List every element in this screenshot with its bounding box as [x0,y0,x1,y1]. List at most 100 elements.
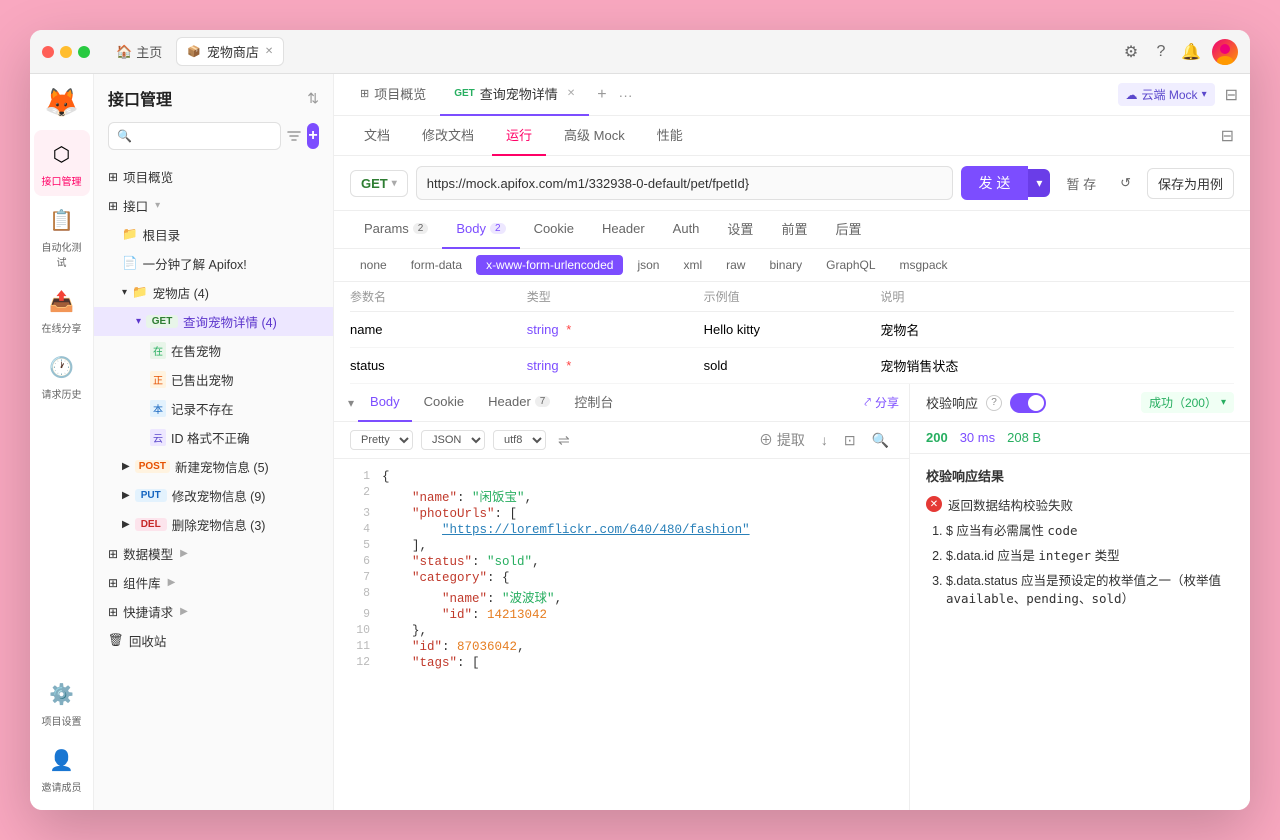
body-type-msgpack[interactable]: msgpack [890,255,958,275]
body-type-binary[interactable]: binary [759,255,812,275]
nav-tab-right: ☁ 云端 Mock ▾ ⊟ [1118,83,1238,106]
tree-item-data-model[interactable]: ⊞ 数据模型 ▶ [94,539,333,568]
tree-item-del[interactable]: ▶ DEL 删除宠物信息 (3) [94,510,333,539]
sidebar-item-proj-settings[interactable]: ⚙️ 项目设置 [34,670,90,736]
tab-pet-shop[interactable]: 📦 宠物商店 ✕ [176,37,284,66]
bell-icon[interactable]: 🔔 [1182,43,1200,61]
tree-item-api[interactable]: ⊞ 接口 ▾ [94,191,333,220]
share-button[interactable]: ⤤ 分享 [864,394,899,411]
body-type-graphql[interactable]: GraphQL [816,255,885,275]
tree-item-recycle[interactable]: 🗑 回收站 [94,626,333,655]
minimize-button[interactable] [60,46,72,58]
sidebar-item-invite[interactable]: 👤 邀请成员 [34,736,90,802]
list-item: 9 "id": 14213042 [334,607,909,623]
body-type-form-data[interactable]: form-data [401,255,472,275]
tree-item-get-pet-detail[interactable]: ▾ GET 查询宠物详情 (4) [94,307,333,336]
temp-save-label: 暂 存 [1066,177,1096,192]
split-view-button[interactable]: ⊟ [1221,126,1234,146]
validate-help-icon[interactable]: ? [986,395,1002,411]
sort-icon[interactable]: ⇅ [307,90,319,107]
tree-item-pet-shop[interactable]: ▾ 📁 宠物店 (4) [94,278,333,307]
search-input[interactable] [108,122,281,150]
response-tab-header[interactable]: Header 7 [476,384,562,422]
param-tab-params[interactable]: Params 2 [350,211,442,249]
tree-item-apifox-intro[interactable]: 📄 一分钟了解 Apifox! [94,249,333,278]
cloud-mock-button[interactable]: ☁ 云端 Mock ▾ [1118,83,1215,106]
tab-home[interactable]: 🏠 主页 [106,38,172,65]
list-item: 10 }, [334,623,909,639]
filter-button[interactable] [287,123,301,149]
req-tab-edit-doc[interactable]: 修改文档 [408,116,488,156]
req-tab-perf[interactable]: 性能 [643,116,697,156]
collapse-icon[interactable]: ▾ [344,396,358,410]
tree-item-root-dir[interactable]: 📁 根目录 [94,220,333,249]
copy-button[interactable]: ⊡ [840,428,860,452]
method-select[interactable]: GET ▾ [350,170,408,197]
add-button[interactable]: + [307,123,319,149]
tree-item-post-new[interactable]: ▶ POST 新建宠物信息 (5) [94,452,333,481]
refresh-button[interactable]: ↺ [1112,171,1139,195]
tab-project-overview[interactable]: ⊞ 项目概览 [346,74,440,116]
help-icon[interactable]: ? [1152,43,1170,61]
body-type-xml[interactable]: xml [673,255,712,275]
type-select[interactable]: JSON [421,430,485,450]
search-button[interactable]: 🔍 [868,428,893,452]
extract-button[interactable]: ⊕ 提取 [755,428,809,452]
tree-item-not-found[interactable]: 本 记录不存在 [94,394,333,423]
send-dropdown-button[interactable]: ▾ [1028,169,1050,197]
sidebar-item-api-mgmt[interactable]: ⬡ 接口管理 [34,130,90,196]
tree-item-overview[interactable]: ⊞ 项目概览 [94,162,333,191]
overview-icon: ⊞ [108,170,118,184]
param-tab-pre[interactable]: 前置 [767,211,821,249]
response-tab-body[interactable]: Body [358,384,412,422]
close-button[interactable] [42,46,54,58]
tab-close-icon[interactable]: ✕ [265,46,273,57]
tab-get-detail[interactable]: GET 查询宠物详情 ✕ [440,74,589,116]
download-button[interactable]: ↓ [817,428,832,452]
tree-item-sold[interactable]: 正 已售出宠物 [94,365,333,394]
body-type-none[interactable]: none [350,255,397,275]
tree-item-components[interactable]: ⊞ 组件库 ▶ [94,568,333,597]
header-count-badge: 7 [535,396,551,407]
temp-save-button[interactable]: 暂 存 [1058,170,1104,197]
param-type-1: string * [527,322,704,337]
response-tab-console[interactable]: 控制台 [562,384,625,422]
expand-panel-button[interactable]: ⊟ [1225,85,1238,105]
body-tab-label: Body [456,221,486,236]
tree-item-quick-req[interactable]: ⊞ 快捷请求 ▶ [94,597,333,626]
validate-toggle[interactable] [1010,393,1046,413]
req-tab-run[interactable]: 运行 [492,116,546,156]
url-input[interactable] [416,166,953,200]
param-tab-body[interactable]: Body 2 [442,211,519,249]
format-select[interactable]: Pretty Raw [350,430,413,450]
tree-item-bad-id[interactable]: 云 ID 格式不正确 [94,423,333,452]
settings-icon[interactable]: ⚙ [1122,43,1140,61]
body-type-urlencoded[interactable]: x-www-form-urlencoded [476,255,623,275]
param-tab-cookie[interactable]: Cookie [520,211,588,249]
sidebar-item-req-history[interactable]: 🕐 请求历史 [34,343,90,409]
tab-close-nav-icon[interactable]: ✕ [567,88,575,99]
maximize-button[interactable] [78,46,90,58]
req-tab-advanced-mock[interactable]: 高级 Mock [550,116,639,156]
sidebar-item-online-share[interactable]: 📤 在线分享 [34,277,90,343]
encoding-select[interactable]: utf8 [493,430,546,450]
api-mgmt-label: 接口管理 [42,173,82,188]
tree-item-on-sale[interactable]: 在 在售宠物 [94,336,333,365]
sidebar-item-auto-test[interactable]: 📋 自动化测试 [34,196,90,277]
wrap-button[interactable]: ⇌ [554,430,574,451]
add-tab-button[interactable]: + [589,86,614,104]
param-tab-settings[interactable]: 设置 [713,211,767,249]
body-type-json[interactable]: json [627,255,669,275]
more-tabs-button[interactable]: ··· [615,87,637,103]
save-as-button[interactable]: 保存为用例 [1147,168,1234,199]
avatar[interactable] [1212,39,1238,65]
body-type-raw[interactable]: raw [716,255,755,275]
response-tab-cookie[interactable]: Cookie [412,384,476,422]
param-tab-post[interactable]: 后置 [821,211,875,249]
send-button[interactable]: 发 送 [961,166,1029,200]
param-tab-header[interactable]: Header [588,211,659,249]
status-select[interactable]: 成功（200） ▾ [1141,392,1234,413]
tree-item-put-edit[interactable]: ▶ PUT 修改宠物信息 (9) [94,481,333,510]
param-tab-auth[interactable]: Auth [659,211,714,249]
req-tab-doc[interactable]: 文档 [350,116,404,156]
